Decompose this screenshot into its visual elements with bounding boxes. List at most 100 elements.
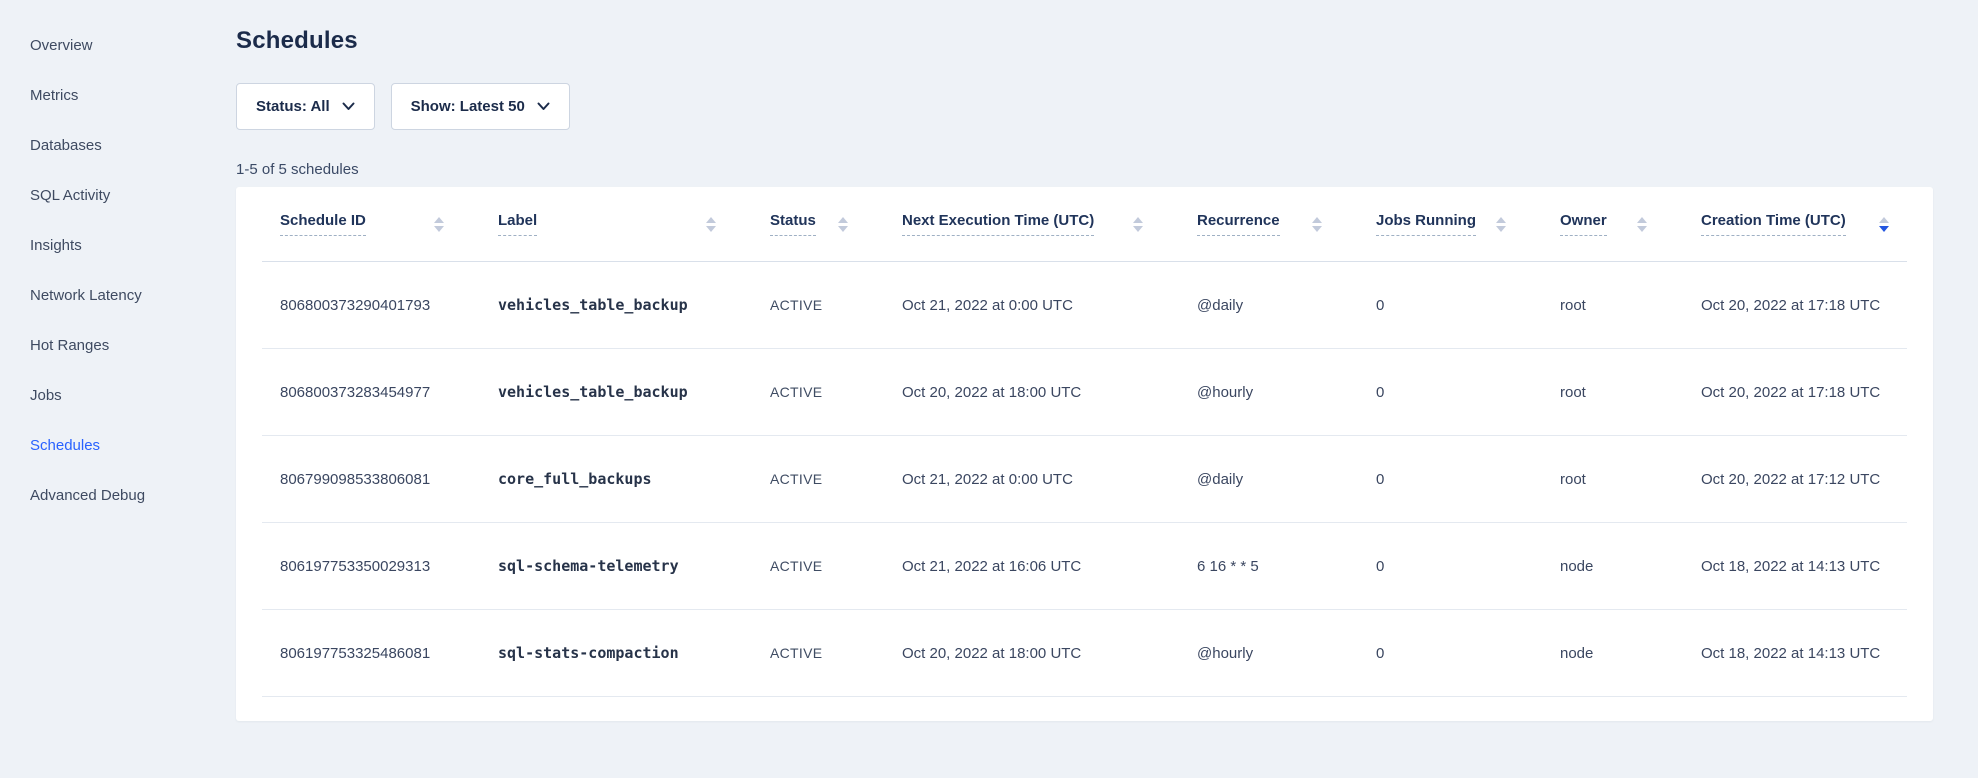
sort-ascending-triangle-icon (1496, 217, 1506, 223)
chevron-down-icon (537, 102, 550, 111)
cell-status: ACTIVE (752, 471, 884, 487)
cell-recurrence: @hourly (1179, 645, 1358, 662)
cell-next_execution: Oct 20, 2022 at 18:00 UTC (884, 384, 1179, 401)
sidebar-item-network-latency[interactable]: Network Latency (0, 270, 236, 320)
cell-creation_time: Oct 20, 2022 at 17:12 UTC (1683, 471, 1907, 488)
sidebar-item-schedules[interactable]: Schedules (0, 420, 236, 470)
table-row: 806197753325486081sql-stats-compactionAC… (262, 610, 1907, 697)
column-header-label: Jobs Running (1376, 212, 1476, 236)
show-filter-dropdown[interactable]: Show: Latest 50 (391, 83, 570, 130)
show-filter-label: Show: Latest 50 (411, 98, 525, 115)
cell-label: sql-schema-telemetry (480, 557, 752, 575)
table-header-row: Schedule ID Label Status Next Execution … (262, 187, 1907, 262)
cell-creation_time: Oct 18, 2022 at 14:13 UTC (1683, 558, 1907, 575)
cell-id: 806800373290401793 (262, 297, 480, 314)
column-header-label: Owner (1560, 212, 1607, 236)
column-header-label: Creation Time (UTC) (1701, 212, 1846, 236)
column-header-status[interactable]: Status (752, 187, 884, 261)
status-filter-dropdown[interactable]: Status: All (236, 83, 375, 130)
cell-owner: root (1542, 471, 1683, 488)
cell-jobs_running: 0 (1358, 471, 1542, 488)
column-header-recurrence[interactable]: Recurrence (1179, 187, 1358, 261)
sidebar-item-label: Databases (30, 137, 102, 154)
sort-icon (1133, 217, 1143, 232)
column-header-label: Recurrence (1197, 212, 1280, 236)
cell-owner: root (1542, 384, 1683, 401)
cell-recurrence: @hourly (1179, 384, 1358, 401)
page-title: Schedules (236, 26, 1933, 56)
cell-status: ACTIVE (752, 384, 884, 400)
sort-ascending-triangle-icon (706, 217, 716, 223)
sort-descending-triangle-icon (706, 226, 716, 232)
sidebar-item-label: Metrics (30, 87, 78, 104)
sort-descending-triangle-icon (1133, 226, 1143, 232)
table-row: 806799098533806081core_full_backupsACTIV… (262, 436, 1907, 523)
cell-next_execution: Oct 21, 2022 at 0:00 UTC (884, 471, 1179, 488)
sidebar-item-sql-activity[interactable]: SQL Activity (0, 170, 236, 220)
table-body: 806800373290401793vehicles_table_backupA… (262, 262, 1907, 697)
sidebar-item-label: Schedules (30, 437, 100, 454)
cell-status: ACTIVE (752, 558, 884, 574)
sidebar-item-label: Jobs (30, 387, 62, 404)
column-header-schedule-id[interactable]: Schedule ID (262, 187, 480, 261)
cell-next_execution: Oct 21, 2022 at 16:06 UTC (884, 558, 1179, 575)
sort-descending-triangle-icon (1637, 226, 1647, 232)
schedules-page: Overview Metrics Databases SQL ActivityInsi… (0, 0, 1978, 778)
cell-jobs_running: 0 (1358, 645, 1542, 662)
cell-jobs_running: 0 (1358, 384, 1542, 401)
sort-ascending-triangle-icon (1133, 217, 1143, 223)
column-header-label[interactable]: Label (480, 187, 752, 261)
sidebar-item-label: Network Latency (30, 287, 142, 304)
column-header-label: Label (498, 212, 537, 236)
main-content: Schedules Status: All Show: Latest 50 1-… (236, 0, 1978, 778)
chevron-down-icon (342, 102, 355, 111)
cell-recurrence: @daily (1179, 297, 1358, 314)
table-row: 806800373290401793vehicles_table_backupA… (262, 262, 1907, 349)
sidebar-item-advanced-debug[interactable]: Advanced Debug (0, 470, 236, 520)
cell-owner: root (1542, 297, 1683, 314)
column-header-label: Status (770, 212, 816, 236)
sort-ascending-triangle-icon (1637, 217, 1647, 223)
cell-id: 806197753350029313 (262, 558, 480, 575)
cell-creation_time: Oct 20, 2022 at 17:18 UTC (1683, 384, 1907, 401)
cell-owner: node (1542, 558, 1683, 575)
cell-jobs_running: 0 (1358, 297, 1542, 314)
schedules-table-card: Schedule ID Label Status Next Execution … (236, 187, 1933, 721)
table-row: 806197753350029313sql-schema-telemetryAC… (262, 523, 1907, 610)
sort-descending-triangle-icon (1496, 226, 1506, 232)
sidebar-item-list: Overview Metrics Databases SQL ActivityInsi… (0, 20, 236, 520)
sidebar-item-overview[interactable]: Overview (0, 20, 236, 70)
table-row: 806800373283454977vehicles_table_backupA… (262, 349, 1907, 436)
cell-owner: node (1542, 645, 1683, 662)
column-header-next-execution-time-utc[interactable]: Next Execution Time (UTC) (884, 187, 1179, 261)
sort-descending-triangle-icon (1879, 226, 1889, 232)
sidebar-item-label: Overview (30, 37, 93, 54)
sort-icon (706, 217, 716, 232)
results-count: 1-5 of 5 schedules (236, 161, 1933, 178)
column-header-jobs-running[interactable]: Jobs Running (1358, 187, 1542, 261)
column-header-creation-time-utc[interactable]: Creation Time (UTC) (1683, 187, 1907, 261)
cell-label: vehicles_table_backup (480, 383, 752, 401)
sidebar-item-label: Hot Ranges (30, 337, 109, 354)
sort-icon (1879, 217, 1889, 232)
filter-bar: Status: All Show: Latest 50 (236, 83, 1933, 130)
sidebar-item-hot-ranges[interactable]: Hot Ranges (0, 320, 236, 370)
cell-next_execution: Oct 21, 2022 at 0:00 UTC (884, 297, 1179, 314)
cell-recurrence: @daily (1179, 471, 1358, 488)
cell-status: ACTIVE (752, 297, 884, 313)
sort-ascending-triangle-icon (838, 217, 848, 223)
sort-ascending-triangle-icon (434, 217, 444, 223)
sort-descending-triangle-icon (434, 226, 444, 232)
cell-status: ACTIVE (752, 645, 884, 661)
sidebar-item-label: Advanced Debug (30, 487, 145, 504)
sidebar-item-jobs[interactable]: Jobs (0, 370, 236, 420)
sort-ascending-triangle-icon (1879, 217, 1889, 223)
sidebar-item-metrics[interactable]: Metrics (0, 70, 236, 120)
sidebar-item-insights[interactable]: Insights (0, 220, 236, 270)
cell-label: sql-stats-compaction (480, 644, 752, 662)
sidebar-item-databases[interactable]: Databases (0, 120, 236, 170)
cell-creation_time: Oct 18, 2022 at 14:13 UTC (1683, 645, 1907, 662)
cell-next_execution: Oct 20, 2022 at 18:00 UTC (884, 645, 1179, 662)
column-header-label: Schedule ID (280, 212, 366, 236)
column-header-owner[interactable]: Owner (1542, 187, 1683, 261)
